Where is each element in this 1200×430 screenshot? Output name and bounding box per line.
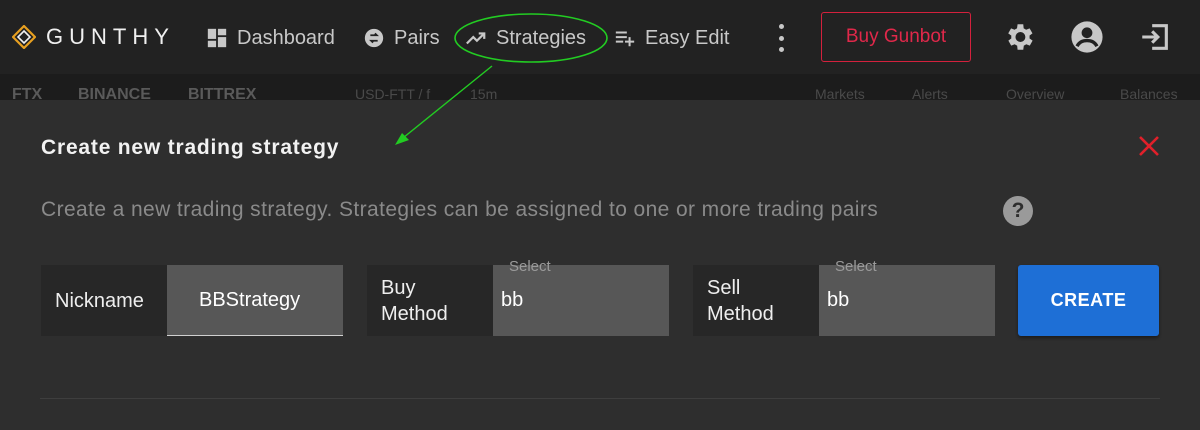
dialog-title: Create new trading strategy: [41, 136, 340, 159]
exchange-toolbar: FTX BINANCE BITTREX USD-FTT / f 15m Mark…: [0, 74, 1200, 100]
buy-method-value: bb: [501, 289, 524, 311]
nickname-label: Nickname: [41, 265, 167, 336]
help-icon[interactable]: ?: [1003, 196, 1033, 226]
top-navbar: GUNTHY Dashboard Pairs Strategies Easy E…: [0, 0, 1200, 74]
buy-method-label: Buy Method: [367, 265, 493, 336]
nav-pairs[interactable]: Pairs: [363, 22, 440, 54]
nav-strategies-label: Strategies: [496, 26, 587, 49]
tab-binance[interactable]: BINANCE: [78, 86, 151, 100]
sell-method-value: bb: [827, 289, 850, 311]
app-root: GUNTHY Dashboard Pairs Strategies Easy E…: [0, 0, 1200, 430]
buy-method-label-line1: Buy: [381, 276, 416, 299]
dashboard-icon: [207, 28, 227, 48]
nav-dashboard-label: Dashboard: [237, 26, 335, 49]
buy-gunbot-button[interactable]: Buy Gunbot: [821, 12, 971, 62]
logo-text: GUNTHY: [46, 24, 175, 49]
close-icon[interactable]: [1136, 133, 1162, 159]
logout-icon[interactable]: [1138, 20, 1172, 54]
buy-method-select-label: Select: [509, 258, 551, 275]
tab-ftx[interactable]: FTX: [12, 86, 42, 100]
more-vert-icon[interactable]: [770, 24, 792, 52]
gear-icon[interactable]: [1002, 20, 1036, 54]
tab-bittrex[interactable]: BITTREX: [188, 86, 256, 100]
sell-method-label-line2: Method: [707, 302, 774, 325]
divider: [40, 398, 1160, 399]
dialog-subtitle: Create a new trading strategy. Strategie…: [41, 198, 879, 221]
trending-up-icon: [466, 32, 486, 45]
tool-alerts[interactable]: Alerts: [912, 86, 948, 100]
nav-strategies[interactable]: Strategies: [465, 22, 586, 54]
nickname-field: Nickname BBStrategy: [41, 265, 343, 336]
account-icon[interactable]: [1070, 20, 1104, 54]
create-button[interactable]: CREATE: [1018, 265, 1159, 336]
sell-method-label-line1: Sell: [707, 276, 741, 299]
sell-method-field: Sell Method Select bb: [693, 258, 995, 336]
tool-markets[interactable]: Markets: [815, 86, 865, 100]
interval-selector[interactable]: 15m: [470, 86, 497, 100]
logo[interactable]: GUNTHY: [12, 24, 175, 50]
nickname-input[interactable]: BBStrategy: [167, 265, 343, 336]
pairs-icon: [364, 28, 384, 48]
sell-method-select[interactable]: Select bb: [819, 258, 995, 336]
nav-dashboard[interactable]: Dashboard: [206, 22, 335, 54]
sell-method-select-label: Select: [835, 258, 877, 275]
create-strategy-dialog: Create new trading strategy Create a new…: [0, 100, 1200, 430]
playlist-add-icon: [615, 31, 635, 47]
pair-symbol[interactable]: USD-FTT / f: [355, 86, 430, 100]
nav-pairs-label: Pairs: [394, 26, 440, 49]
nav-easy-edit-label: Easy Edit: [645, 26, 730, 49]
nav-easy-edit[interactable]: Easy Edit: [614, 22, 729, 54]
gunthy-logo-icon: [12, 25, 36, 49]
tool-overview[interactable]: Overview: [1006, 86, 1064, 100]
sell-method-label: Sell Method: [693, 265, 819, 336]
buy-method-label-line2: Method: [381, 302, 448, 325]
buy-method-select[interactable]: Select bb: [493, 258, 669, 336]
buy-method-field: Buy Method Select bb: [367, 258, 669, 336]
tool-balances[interactable]: Balances: [1120, 86, 1178, 100]
